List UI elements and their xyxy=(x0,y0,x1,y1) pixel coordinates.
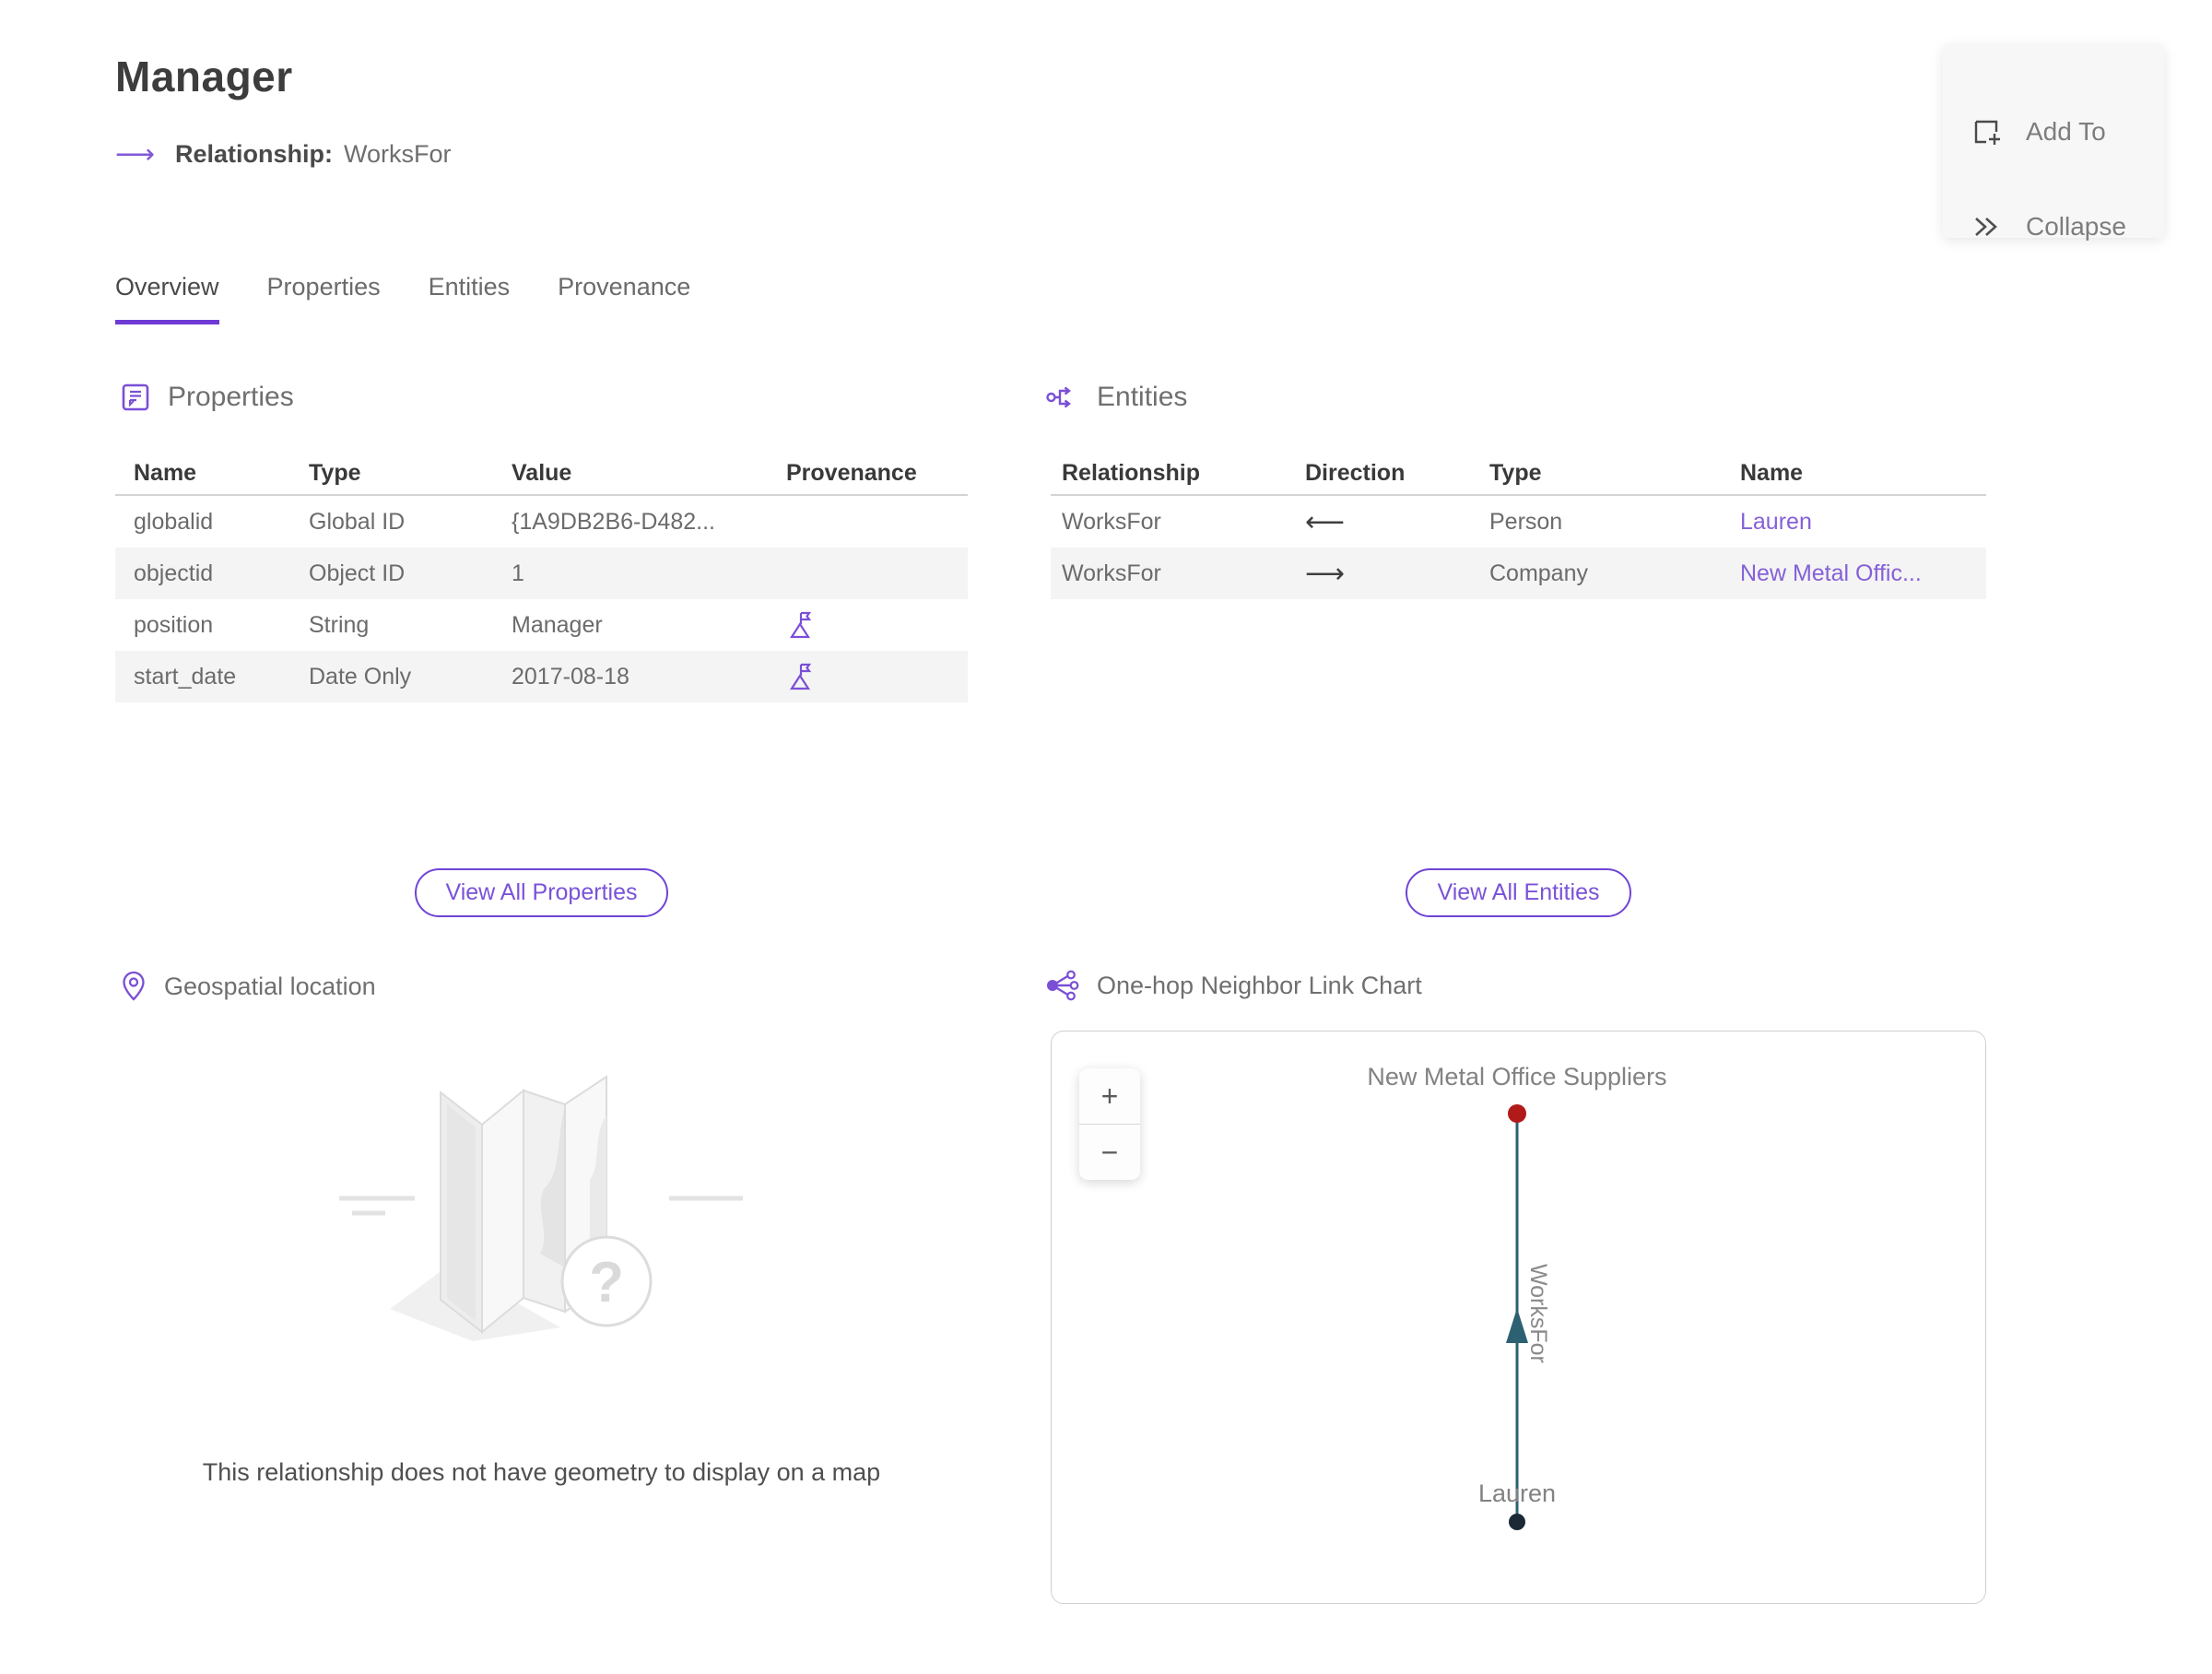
entity-name-link[interactable]: New Metal Offic... xyxy=(1740,560,1922,586)
zoom-control: + − xyxy=(1079,1068,1140,1180)
entities-table: Relationship Direction Type Name WorksFo… xyxy=(1051,452,1986,599)
tab-provenance[interactable]: Provenance xyxy=(558,273,690,324)
col-provenance: Provenance xyxy=(786,459,917,486)
link-chart-graph[interactable] xyxy=(1052,1032,1985,1603)
relationship-subtitle: ⟶ Relationship: WorksFor xyxy=(115,140,452,169)
tab-overview[interactable]: Overview xyxy=(115,273,219,324)
geospatial-section-header: Geospatial location xyxy=(120,970,376,1003)
prop-name: objectid xyxy=(134,560,214,586)
zoom-in-button[interactable]: + xyxy=(1079,1068,1140,1124)
view-all-properties-wrap: View All Properties xyxy=(115,868,968,917)
add-to-label: Add To xyxy=(2026,117,2106,146)
add-to-icon xyxy=(1974,120,2000,145)
prop-value: 2017-08-18 xyxy=(512,663,629,690)
prop-type: String xyxy=(309,611,370,638)
entity-type: Company xyxy=(1489,560,1588,586)
subtitle-label: Relationship: xyxy=(175,140,334,168)
col-type: Type xyxy=(309,459,361,486)
collapse-button[interactable]: Collapse xyxy=(1971,212,2126,242)
top-node-label: New Metal Office Suppliers xyxy=(1367,1063,1667,1090)
direction-right-arrow-icon: ⟶ xyxy=(1305,557,1346,590)
table-row: WorksFor ⟶ Company New Metal Offic... xyxy=(1051,548,1986,599)
prop-value: Manager xyxy=(512,611,603,638)
entities-table-header: Relationship Direction Type Name xyxy=(1051,452,1986,496)
view-all-properties-button[interactable]: View All Properties xyxy=(414,868,669,917)
tab-entities[interactable]: Entities xyxy=(429,273,511,324)
entities-section-title: Entities xyxy=(1097,382,1188,412)
tab-bar: Overview Properties Entities Provenance xyxy=(115,273,690,324)
relationship-arrow-icon: ⟶ xyxy=(115,138,156,170)
subtitle-value: WorksFor xyxy=(344,140,452,168)
geospatial-empty-message: This relationship does not have geometry… xyxy=(202,1458,881,1486)
table-row: start_date Date Only 2017-08-18 xyxy=(115,651,968,702)
relationship-details-page: Manager ⟶ Relationship: WorksFor Add To … xyxy=(0,0,2212,1674)
collapse-label: Collapse xyxy=(2026,212,2126,241)
actions-panel: Add To Collapse xyxy=(1943,44,2164,241)
table-row: WorksFor ⟵ Person Lauren xyxy=(1051,496,1986,548)
prop-provenance xyxy=(770,610,949,640)
properties-section-header: Properties xyxy=(120,382,294,413)
map-placeholder: ? xyxy=(115,1060,968,1369)
prop-name: globalid xyxy=(134,508,214,535)
map-pin-icon xyxy=(123,971,145,1001)
tab-properties[interactable]: Properties xyxy=(267,273,381,324)
col-value: Value xyxy=(512,459,572,486)
onehop-section-title: One-hop Neighbor Link Chart xyxy=(1097,971,1422,999)
view-all-entities-wrap: View All Entities xyxy=(1051,868,1986,917)
top-node xyxy=(1508,1104,1526,1123)
collapse-icon xyxy=(1975,218,1997,236)
entities-section-header: Entities xyxy=(1045,382,1187,413)
prop-value: {1A9DB2B6-D482... xyxy=(512,508,715,535)
edge-label: WorksFor xyxy=(1525,1264,1551,1363)
view-all-entities-button[interactable]: View All Entities xyxy=(1406,868,1631,917)
col-name: Name xyxy=(1740,459,1804,486)
prop-type: Date Only xyxy=(309,663,412,690)
entities-icon xyxy=(1046,386,1071,408)
add-to-button[interactable]: Add To xyxy=(1971,116,2106,147)
prop-type: Global ID xyxy=(309,508,406,535)
direction-left-arrow-icon: ⟵ xyxy=(1305,505,1346,538)
properties-icon xyxy=(122,383,149,411)
properties-table: Name Type Value Provenance globalid Glob… xyxy=(115,452,968,702)
provenance-flag-icon[interactable] xyxy=(786,662,812,691)
table-row: objectid Object ID 1 xyxy=(115,548,968,599)
folded-map-illustration: ? xyxy=(338,1075,743,1341)
col-relationship: Relationship xyxy=(1062,459,1201,486)
onehop-section-header: One-hop Neighbor Link Chart xyxy=(1045,970,1422,1001)
prop-value: 1 xyxy=(512,560,524,586)
properties-table-header: Name Type Value Provenance xyxy=(115,452,968,496)
col-direction: Direction xyxy=(1305,459,1406,486)
col-type: Type xyxy=(1489,459,1542,486)
entity-relationship: WorksFor xyxy=(1062,560,1161,586)
link-chart-card: + − New Metal Office Suppliers WorksFor … xyxy=(1051,1031,1986,1604)
entity-name-link[interactable]: Lauren xyxy=(1740,509,1812,535)
entity-relationship: WorksFor xyxy=(1062,508,1161,535)
prop-type: Object ID xyxy=(309,560,406,586)
prop-name: position xyxy=(134,611,214,638)
geospatial-section-title: Geospatial location xyxy=(164,972,376,1000)
link-chart-icon xyxy=(1047,970,1079,1001)
prop-name: start_date xyxy=(134,663,237,690)
col-name: Name xyxy=(134,459,197,486)
page-title: Manager xyxy=(115,53,293,100)
provenance-flag-icon[interactable] xyxy=(786,610,812,640)
bottom-node-label: Lauren xyxy=(1477,1479,1557,1507)
table-row: globalid Global ID {1A9DB2B6-D482... xyxy=(115,496,968,548)
prop-provenance xyxy=(770,662,949,691)
svg-text:?: ? xyxy=(589,1251,624,1314)
zoom-out-button[interactable]: − xyxy=(1079,1125,1140,1180)
entity-type: Person xyxy=(1489,508,1563,535)
table-row: position String Manager xyxy=(115,599,968,651)
properties-section-title: Properties xyxy=(168,382,294,412)
bottom-node xyxy=(1509,1514,1525,1530)
